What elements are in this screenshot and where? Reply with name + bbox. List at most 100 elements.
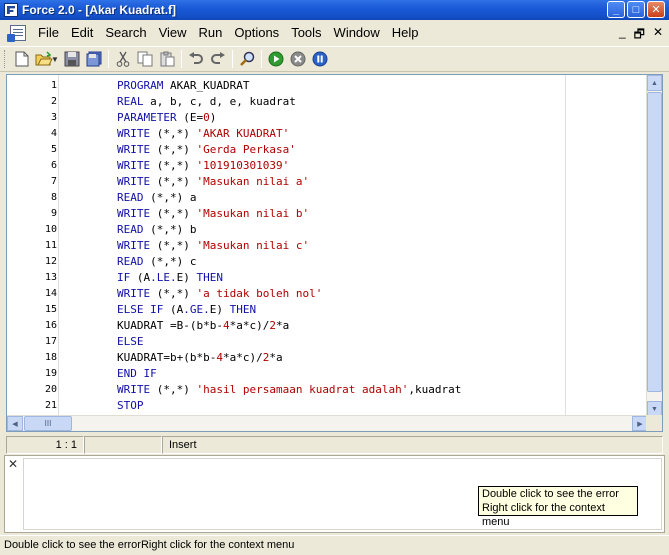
find-icon[interactable] [236,48,258,70]
maximize-button[interactable]: □ [627,1,645,18]
code-line[interactable]: READ (*,*) a [117,190,196,206]
doc-close-button[interactable]: ✕ [653,25,663,46]
code-token: AKAR_KUADRAT [163,79,250,92]
menu-file[interactable]: File [32,22,65,44]
code-token: STOP [117,399,144,412]
menu-run[interactable]: Run [193,22,229,44]
modified-indicator [84,436,162,454]
code-token: (*,*) [150,207,197,220]
code-line[interactable]: KUADRAT=b+(b*b-4*a*c)/2*a [117,350,283,366]
menu-bar: File Edit Search View Run Options Tools … [0,21,669,45]
new-file-icon[interactable] [11,48,33,70]
code-line[interactable]: REAL a, b, c, d, e, kuadrat [117,94,296,110]
vertical-scroll-thumb[interactable] [647,92,662,392]
doc-minimize-button[interactable]: _ [619,25,626,46]
horizontal-scrollbar[interactable]: ◀ III ▶ [7,415,648,431]
scroll-up-button[interactable]: ▲ [647,75,662,91]
pause-icon[interactable] [309,48,331,70]
code-token: THEN [196,271,224,284]
code-line[interactable]: PROGRAM AKAR_KUADRAT [117,78,249,94]
code-token: READ [117,191,144,204]
code-line[interactable]: READ (*,*) b [117,222,196,238]
toolbar-separator [260,50,262,68]
code-token: READ [117,223,144,236]
code-line[interactable]: WRITE (*,*) 'hasil persamaan kuadrat ada… [117,382,461,398]
code-token: IF [117,271,131,284]
doc-restore-button[interactable]: 🗗 [634,25,645,46]
tooltip-line-1: Double click to see the error [482,488,619,500]
save-icon[interactable] [61,48,83,70]
code-token: .LE. [150,271,177,284]
undo-icon[interactable] [185,48,207,70]
menu-edit[interactable]: Edit [65,22,99,44]
code-token: (E= [176,111,204,124]
menu-view[interactable]: View [153,22,193,44]
document-icon[interactable] [7,25,26,42]
code-line[interactable]: WRITE (*,*) 'AKAR KUADRAT' [117,126,289,142]
code-token: WRITE [117,175,151,188]
code-line[interactable]: IF (A.LE.E) THEN [117,270,223,286]
menu-tools[interactable]: Tools [285,22,327,44]
insert-mode[interactable]: Insert [162,436,663,454]
line-number: 17 [44,336,57,347]
code-token: 'Masukan nilai b' [196,207,310,220]
code-line[interactable]: WRITE (*,*) 'a tidak boleh nol' [117,286,322,302]
code-line[interactable]: ELSE IF (A.GE.E) THEN [117,302,256,318]
code-line[interactable]: WRITE (*,*) '101910301039' [117,158,289,174]
code-line[interactable]: KUADRAT =B-(b*b-4*a*c)/2*a [117,318,289,334]
line-number: 12 [44,256,57,267]
code-text-area[interactable]: PROGRAM AKAR_KUADRAT REAL a, b, c, d, e, … [117,75,647,428]
run-icon[interactable] [265,48,287,70]
code-line[interactable]: READ (*,*) c [117,254,196,270]
code-editor[interactable]: 12345678910111213141516171819202122 PROG… [6,74,663,432]
line-number-gutter: 12345678910111213141516171819202122 [7,75,59,427]
code-token: *a [275,319,290,332]
copy-icon[interactable] [134,48,156,70]
menu-options[interactable]: Options [228,22,285,44]
window-title: Force 2.0 - [Akar Kuadrat.f] [22,3,177,17]
scroll-left-button[interactable]: ◀ [7,416,23,431]
toolbar-grip[interactable] [4,50,7,68]
code-line[interactable]: END IF [117,366,157,382]
vertical-scrollbar[interactable]: ▲ ▼ [646,75,662,417]
code-line[interactable]: WRITE (*,*) 'Gerda Perkasa' [117,142,296,158]
open-dropdown-icon[interactable]: ▼ [51,55,59,64]
code-token: (*,*) c [143,255,197,268]
window-controls: _ □ ✕ [607,1,665,18]
menu-search[interactable]: Search [99,22,152,44]
stop-icon[interactable] [287,48,309,70]
fold-margin [59,75,107,415]
code-token: WRITE [117,159,151,172]
code-token: 4 [222,319,230,332]
code-line[interactable]: STOP [117,398,144,414]
menu-window[interactable]: Window [328,22,386,44]
horizontal-scroll-thumb[interactable]: III [24,416,72,431]
code-line[interactable]: WRITE (*,*) 'Masukan nilai b' [117,206,309,222]
redo-icon[interactable] [207,48,229,70]
code-token: (*,*) [150,159,197,172]
close-output-icon[interactable]: ✕ [8,457,18,471]
code-line[interactable]: ELSE [117,334,144,350]
code-token: (*,*) [150,239,197,252]
code-token: *a*c)/ [222,351,263,364]
code-token: WRITE [117,143,151,156]
app-icon[interactable] [4,3,18,17]
code-token: WRITE [117,207,151,220]
close-button[interactable]: ✕ [647,1,665,18]
code-token: 'hasil persamaan kuadrat adalah' [196,383,409,396]
code-line[interactable]: PARAMETER (E=0) [117,110,216,126]
paste-icon[interactable] [156,48,178,70]
code-token: 'a tidak boleh nol' [196,287,323,300]
code-line[interactable]: WRITE (*,*) 'Masukan nilai a' [117,174,309,190]
code-token: 2 [269,319,276,332]
code-token: E) [176,271,197,284]
code-line[interactable]: WRITE (*,*) 'Masukan nilai c' [117,238,309,254]
menu-help[interactable]: Help [386,22,425,44]
line-number: 10 [44,224,57,235]
code-token: WRITE [117,383,151,396]
cut-icon[interactable] [112,48,134,70]
code-token: 'Masukan nilai a' [196,175,310,188]
code-token: THEN [229,303,257,316]
save-all-icon[interactable] [83,48,105,70]
minimize-button[interactable]: _ [607,1,625,18]
